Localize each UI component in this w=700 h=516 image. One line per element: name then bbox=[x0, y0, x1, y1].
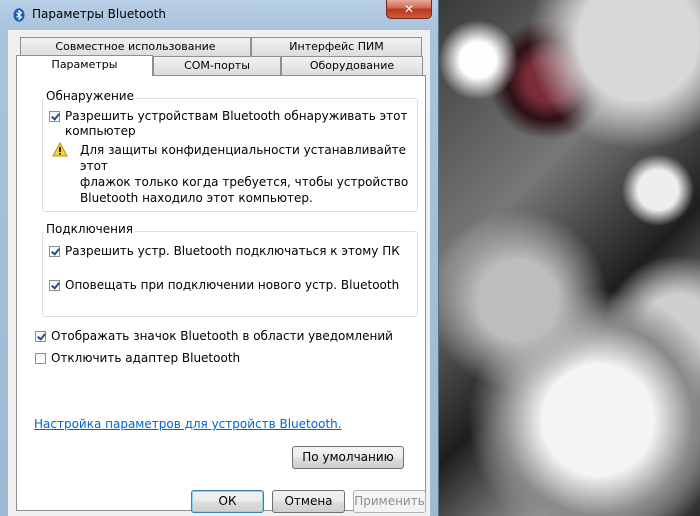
warning-triangle-icon bbox=[52, 142, 68, 157]
tab-pim-interface[interactable]: Интерфейс ПИМ bbox=[251, 37, 422, 56]
tab-label: COM-порты bbox=[184, 59, 250, 72]
disable-adapter-checkbox[interactable] bbox=[35, 353, 46, 364]
tab-sharing[interactable]: Совместное использование bbox=[20, 37, 251, 56]
dialog-client-area: Совместное использование Интерфейс ПИМ П… bbox=[8, 30, 430, 516]
bluetooth-icon bbox=[13, 8, 25, 22]
allow-connect-checkbox[interactable] bbox=[49, 246, 60, 257]
notify-connect-checkbox-row[interactable]: Оповещать при подключении нового устр. B… bbox=[49, 278, 399, 293]
tab-com-ports[interactable]: COM-порты bbox=[153, 56, 281, 75]
notify-connect-checkbox[interactable] bbox=[49, 280, 60, 291]
cancel-button[interactable]: Отмена bbox=[272, 490, 345, 513]
bluetooth-settings-window: Параметры Bluetooth ✕ Совместное использ… bbox=[0, 0, 438, 516]
label-line: компьютер bbox=[65, 124, 136, 138]
allow-discover-checkbox-row[interactable]: Разрешить устройствам Bluetooth обнаружи… bbox=[49, 109, 409, 139]
tab-label: Параметры bbox=[51, 58, 118, 71]
warning-line: флажок только когда требуется, чтобы уст… bbox=[80, 175, 409, 189]
tab-settings[interactable]: Параметры bbox=[16, 55, 153, 76]
show-icon-checkbox-row[interactable]: Отображать значок Bluetooth в области ув… bbox=[35, 329, 393, 344]
defaults-button[interactable]: По умолчанию bbox=[292, 446, 404, 469]
privacy-warning-text: Для защиты конфиденциальности устанавлив… bbox=[80, 142, 425, 206]
close-button[interactable]: ✕ bbox=[386, 0, 432, 19]
warning-line: Для защиты конфиденциальности устанавлив… bbox=[80, 143, 407, 173]
discovery-group-label: Обнаружение bbox=[44, 89, 136, 103]
tab-label: Совместное использование bbox=[55, 40, 216, 53]
tab-label: Интерфейс ПИМ bbox=[289, 40, 384, 53]
allow-connect-label: Разрешить устр. Bluetooth подключаться к… bbox=[65, 244, 400, 258]
notify-connect-label: Оповещать при подключении нового устр. B… bbox=[65, 278, 400, 292]
tab-hardware[interactable]: Оборудование bbox=[281, 56, 423, 75]
desktop-wallpaper bbox=[438, 0, 700, 516]
settings-tab-panel: Обнаружение Разрешить устройствам Blueto… bbox=[16, 75, 426, 511]
defaults-button-label: По умолчанию bbox=[302, 450, 394, 464]
allow-discover-checkbox[interactable] bbox=[49, 111, 60, 122]
allow-connect-checkbox-row[interactable]: Разрешить устр. Bluetooth подключаться к… bbox=[49, 244, 400, 259]
ok-button-label: ОК bbox=[218, 494, 237, 508]
close-icon: ✕ bbox=[403, 2, 415, 16]
label-line: Разрешить устройствам Bluetooth обнаружи… bbox=[65, 109, 408, 123]
apply-button-label: Применить bbox=[354, 494, 425, 508]
show-icon-label: Отображать значок Bluetooth в области ув… bbox=[51, 329, 393, 343]
tab-label: Оборудование bbox=[309, 59, 395, 72]
connections-group-label: Подключения bbox=[44, 222, 136, 236]
disable-adapter-label: Отключить адаптер Bluetooth bbox=[51, 351, 241, 365]
device-settings-link[interactable]: Настройка параметров для устройств Bluet… bbox=[34, 417, 342, 431]
show-icon-checkbox[interactable] bbox=[35, 331, 46, 342]
ok-button[interactable]: ОК bbox=[191, 490, 264, 513]
title-bar[interactable]: Параметры Bluetooth ✕ bbox=[0, 0, 438, 30]
disable-adapter-checkbox-row[interactable]: Отключить адаптер Bluetooth bbox=[35, 351, 240, 366]
allow-discover-label: Разрешить устройствам Bluetooth обнаружи… bbox=[65, 109, 408, 139]
warning-line: Bluetooth находило этот компьютер. bbox=[80, 191, 313, 205]
apply-button[interactable]: Применить bbox=[353, 490, 426, 513]
window-title: Параметры Bluetooth bbox=[32, 7, 166, 21]
cancel-button-label: Отмена bbox=[284, 494, 333, 508]
